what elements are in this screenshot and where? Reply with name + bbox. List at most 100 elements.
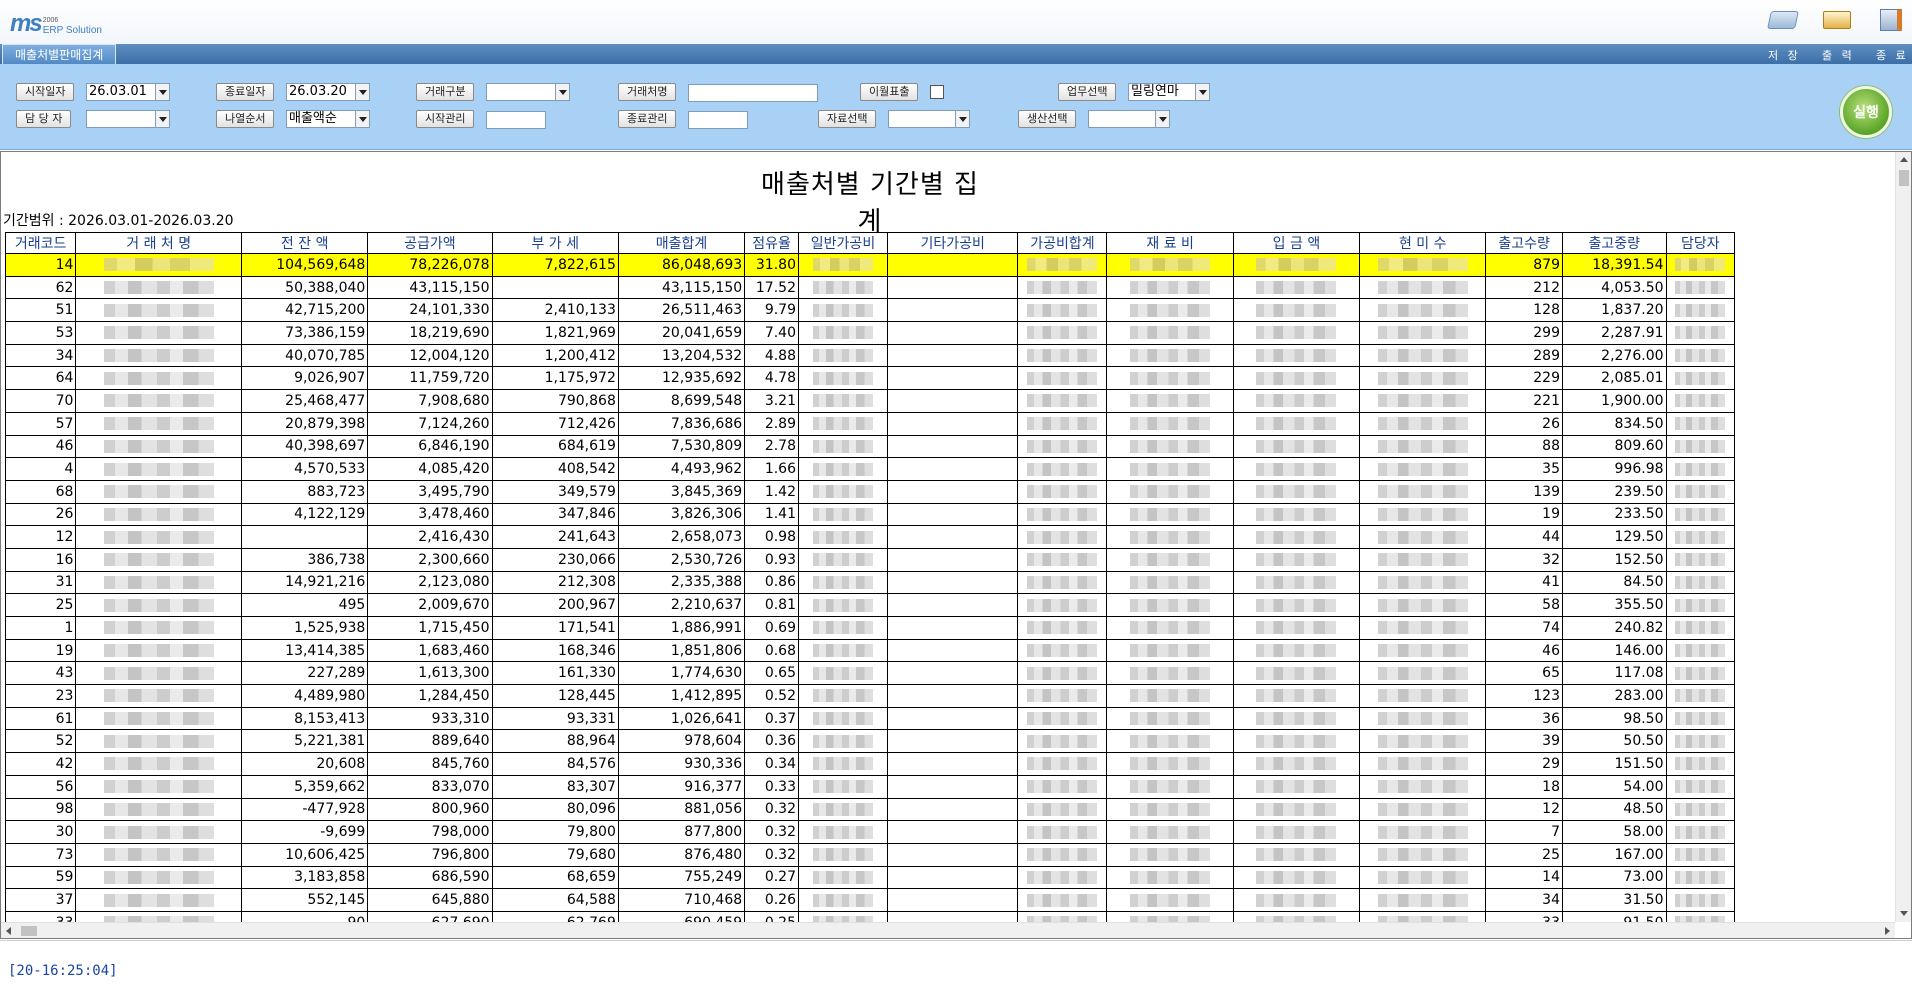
code-cell: 31 bbox=[4, 571, 77, 595]
chevron-down-icon[interactable] bbox=[155, 84, 169, 100]
table-row[interactable]: 64 9,026,907 11,759,720 1,175,972 12,935,692… bbox=[4, 366, 1736, 391]
exit-label[interactable]: 종 료 bbox=[1876, 47, 1909, 63]
table-row[interactable]: 68 883,723 3,495,790 349,579 3,845,369 1.42 13… bbox=[4, 480, 1736, 504]
end-date-field[interactable]: 26.03.20 bbox=[286, 83, 370, 101]
chevron-down-icon[interactable] bbox=[1195, 84, 1209, 100]
scroll-thumb[interactable] bbox=[21, 926, 37, 936]
col-vat[interactable]: 부 가 세 bbox=[491, 232, 619, 254]
col-unpaid[interactable]: 현 미 수 bbox=[1359, 232, 1487, 254]
tab-sales-summary[interactable]: 매출처별판매집계 bbox=[2, 44, 117, 65]
material-cell bbox=[1106, 707, 1234, 731]
table-row[interactable]: 23 4,489,980 1,284,450 128,445 1,412,895 0.52… bbox=[4, 684, 1736, 708]
table-row[interactable]: 62 50,388,040 43,115,150 43,115,150 17.52 212… bbox=[4, 276, 1736, 300]
table-row[interactable]: 1 1,525,938 1,715,450 171,541 1,886,991 0.69 7… bbox=[4, 616, 1736, 640]
table-row[interactable]: 37 552,145 645,880 64,588 710,468 0.26 34 31.50 bbox=[4, 888, 1736, 912]
table-row[interactable]: 25 495 2,009,670 200,967 2,210,637 0.81 58 355.… bbox=[4, 593, 1736, 617]
start-date-label: 시작일자 bbox=[16, 83, 75, 101]
col-material[interactable]: 재 료 비 bbox=[1106, 232, 1234, 254]
redacted-value bbox=[1675, 553, 1726, 567]
data-select[interactable] bbox=[888, 110, 970, 128]
save-label[interactable]: 저 장 bbox=[1768, 47, 1801, 63]
vertical-scrollbar[interactable] bbox=[1895, 152, 1911, 922]
table-row[interactable]: 31 14,921,216 2,123,080 212,308 2,335,388 0.8… bbox=[4, 571, 1736, 595]
table-row[interactable]: 51 42,715,200 24,101,330 2,410,133 26,511,46… bbox=[4, 298, 1736, 323]
start-mgmt-input[interactable] bbox=[486, 111, 546, 129]
table-row[interactable]: 43 227,289 1,613,300 161,330 1,774,630 0.65 65… bbox=[4, 661, 1736, 686]
client-cell bbox=[75, 843, 243, 867]
table-row[interactable]: 42 20,608 845,760 84,576 930,336 0.34 29 151.50 bbox=[4, 752, 1736, 776]
col-client[interactable]: 거 래 처 명 bbox=[75, 232, 243, 254]
col-supply[interactable]: 공급가액 bbox=[367, 232, 493, 254]
table-row[interactable]: 61 8,153,413 933,310 93,331 1,026,641 0.37 36 9… bbox=[4, 707, 1736, 731]
scroll-left-icon[interactable] bbox=[1, 923, 17, 938]
client-name-input[interactable] bbox=[688, 84, 818, 102]
scroll-right-icon[interactable] bbox=[1879, 923, 1895, 938]
trade-type-select[interactable] bbox=[486, 83, 570, 101]
col-general-fee[interactable]: 일반가공비 bbox=[797, 232, 889, 254]
redacted-value bbox=[1027, 870, 1098, 884]
table-row[interactable]: 57 20,879,398 7,124,260 712,426 7,836,686 2.8… bbox=[4, 412, 1736, 436]
table-row[interactable]: 19 13,414,385 1,683,460 168,346 1,851,806 0.6… bbox=[4, 639, 1736, 663]
production-select[interactable] bbox=[1088, 110, 1170, 128]
col-qty[interactable]: 출고수량 bbox=[1485, 232, 1563, 254]
prev-balance-cell: 386,738 bbox=[241, 548, 369, 572]
end-mgmt-input[interactable] bbox=[688, 111, 748, 129]
redacted-value bbox=[1130, 371, 1211, 385]
general-fee-cell bbox=[797, 389, 889, 413]
print-button[interactable] bbox=[1820, 8, 1854, 32]
table-row[interactable]: 4 4,570,533 4,085,420 408,542 4,493,962 1.66 3… bbox=[4, 457, 1736, 481]
table-row[interactable]: 59 3,183,858 686,590 68,659 755,249 0.27 14 73.… bbox=[4, 866, 1736, 890]
table-row[interactable]: 16 386,738 2,300,660 230,066 2,530,726 0.93 32… bbox=[4, 548, 1736, 572]
col-weight[interactable]: 출고중량 bbox=[1561, 232, 1667, 254]
table-row[interactable]: 26 4,122,129 3,478,460 347,846 3,826,306 1.41… bbox=[4, 503, 1736, 527]
col-other-fee[interactable]: 기타가공비 bbox=[887, 232, 1019, 254]
supply-cell: 11,759,720 bbox=[367, 366, 493, 391]
run-button[interactable]: 실행 bbox=[1840, 86, 1892, 138]
share-cell: 0.93 bbox=[744, 548, 799, 572]
col-share[interactable]: 점유율 bbox=[744, 232, 799, 254]
chevron-down-icon[interactable] bbox=[155, 111, 169, 127]
chevron-down-icon[interactable] bbox=[1155, 111, 1169, 127]
scroll-up-icon[interactable] bbox=[1896, 152, 1911, 168]
table-row[interactable]: 53 73,386,159 18,219,690 1,821,969 20,041,65… bbox=[4, 321, 1736, 345]
print-label[interactable]: 출 력 bbox=[1822, 47, 1855, 63]
table-row[interactable]: 70 25,468,477 7,908,680 790,868 8,699,548 3.2… bbox=[4, 389, 1736, 413]
share-cell: 17.52 bbox=[744, 276, 799, 300]
redacted-value bbox=[1256, 870, 1337, 884]
carry-over-checkbox[interactable] bbox=[930, 85, 944, 99]
code-cell: 68 bbox=[4, 480, 77, 504]
table-row[interactable]: 56 5,359,662 833,070 83,307 916,377 0.33 18 54.… bbox=[4, 775, 1736, 799]
table-row[interactable]: 14 104,569,648 78,226,078 7,822,615 86,048,6… bbox=[4, 253, 1736, 277]
general-fee-cell bbox=[797, 457, 889, 481]
scroll-down-icon[interactable] bbox=[1896, 906, 1911, 922]
table-row[interactable]: 46 40,398,697 6,846,190 684,619 7,530,809 2.7… bbox=[4, 435, 1736, 459]
chevron-down-icon[interactable] bbox=[955, 111, 969, 127]
exit-button[interactable] bbox=[1874, 8, 1908, 32]
table-row[interactable]: 98 -477,928 800,960 80,096 881,056 0.32 12 48.5… bbox=[4, 798, 1736, 822]
col-code[interactable]: 거래코드 bbox=[4, 232, 77, 254]
table-row[interactable]: 73 10,606,425 796,800 79,680 876,480 0.32 25 16… bbox=[4, 843, 1736, 867]
save-button[interactable] bbox=[1766, 8, 1800, 32]
table-row[interactable]: 52 5,221,381 889,640 88,964 978,604 0.36 39 50.… bbox=[4, 729, 1736, 754]
horizontal-scrollbar[interactable] bbox=[1, 922, 1895, 938]
redacted-value bbox=[103, 258, 214, 272]
table-row[interactable]: 12 2,416,430 241,643 2,658,073 0.98 44 129.50 bbox=[4, 525, 1736, 549]
table-row[interactable]: 34 40,070,785 12,004,120 1,200,412 13,204,53… bbox=[4, 344, 1736, 368]
sort-order-select[interactable]: 매출액순 bbox=[286, 110, 370, 128]
chevron-down-icon[interactable] bbox=[555, 84, 569, 100]
business-select[interactable]: 밀링연마 bbox=[1128, 83, 1210, 101]
table-row[interactable]: 30 -9,699 798,000 79,800 877,800 0.32 7 58.00 bbox=[4, 820, 1736, 844]
general-fee-cell bbox=[797, 820, 889, 844]
prev-balance-cell: 40,398,697 bbox=[241, 435, 369, 459]
chevron-down-icon[interactable] bbox=[355, 111, 369, 127]
col-fee-total[interactable]: 가공비합계 bbox=[1017, 232, 1108, 254]
manager-select[interactable] bbox=[86, 110, 170, 128]
col-deposit[interactable]: 입 금 액 bbox=[1232, 232, 1361, 254]
other-fee-cell bbox=[887, 820, 1019, 844]
start-date-field[interactable]: 26.03.01 bbox=[86, 83, 170, 101]
col-total[interactable]: 매출합계 bbox=[617, 232, 746, 254]
scroll-thumb[interactable] bbox=[1899, 170, 1909, 186]
chevron-down-icon[interactable] bbox=[355, 84, 369, 100]
col-manager[interactable]: 담당자 bbox=[1665, 232, 1736, 254]
col-prev-balance[interactable]: 전 잔 액 bbox=[241, 232, 369, 254]
